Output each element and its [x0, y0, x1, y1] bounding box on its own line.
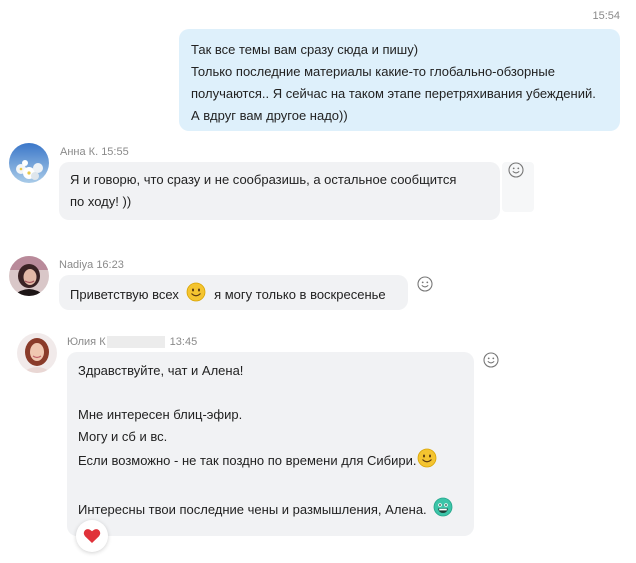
- message-line: Здравствуйте, чат и Алена!: [78, 363, 244, 378]
- smile-icon[interactable]: [417, 276, 433, 292]
- outgoing-message-bubble[interactable]: Так все темы вам сразу сюда и пишу) Толь…: [179, 29, 620, 131]
- message-text: Если возможно - не так поздно по времени…: [78, 452, 417, 468]
- message-timestamp: 13:45: [169, 336, 198, 348]
- message-line: Если возможно - не так поздно по времени…: [78, 448, 463, 475]
- message-meta-anna: Анна К. 15:55: [60, 146, 129, 158]
- message-text: я могу только в воскресенье: [214, 286, 386, 302]
- message-line: Я и говорю, что сразу и не сообразишь, а…: [70, 172, 457, 187]
- sender-name: Nadiya: [59, 259, 94, 271]
- heart-icon: [83, 529, 101, 543]
- avatar-yulia[interactable]: [17, 333, 57, 373]
- smiling-face-emoji: [416, 448, 437, 475]
- message-line: по ходу! )): [70, 194, 132, 209]
- reaction-button[interactable]: [76, 520, 108, 552]
- redacted-surname: [106, 336, 165, 349]
- smile-icon[interactable]: [508, 162, 524, 178]
- message-line: Могу и сб и вс.: [78, 429, 168, 444]
- message-line: Только последние материалы какие-то глоб…: [191, 64, 555, 79]
- message-timestamp: 15:55: [101, 146, 129, 158]
- incoming-message-bubble-nadiya[interactable]: Приветствую всех я могу только в воскрес…: [59, 275, 408, 310]
- message-timestamp: 15:54: [592, 10, 620, 22]
- smile-icon[interactable]: [483, 352, 499, 368]
- avatar-nadiya-image: [9, 256, 49, 296]
- sender-name: Анна К.: [60, 146, 99, 158]
- avatar-yulia-image: [17, 333, 57, 373]
- grinning-face-emoji: [430, 497, 453, 524]
- message-text: Приветствую всех: [70, 286, 179, 302]
- avatar-anna-image: [9, 143, 49, 183]
- message-line: получаются.. Я сейчас на таком этапе пер…: [191, 86, 596, 101]
- incoming-message-bubble-anna[interactable]: Я и говорю, что сразу и не сообразишь, а…: [59, 162, 500, 220]
- message-text: Интересны твои последние чены и размышле…: [78, 501, 427, 517]
- avatar-nadiya[interactable]: [9, 256, 49, 296]
- sender-name: Юлия К: [67, 336, 106, 348]
- message-line: Так все темы вам сразу сюда и пишу): [191, 42, 419, 57]
- incoming-message-bubble-yulia[interactable]: Здравствуйте, чат и Алена! Мне интересен…: [67, 352, 474, 536]
- message-line: Интересны твои последние чены и размышле…: [78, 497, 463, 524]
- message-line: Мне интересен блиц-эфир.: [78, 407, 243, 422]
- message-line: А вдруг вам другое надо)): [191, 108, 348, 123]
- message-meta-nadiya: Nadiya 16:23: [59, 259, 124, 271]
- message-timestamp: 16:23: [96, 259, 124, 271]
- avatar-anna[interactable]: [9, 143, 49, 183]
- message-meta-yulia: Юлия К 13:45: [67, 336, 198, 349]
- smiling-face-emoji: [182, 282, 210, 309]
